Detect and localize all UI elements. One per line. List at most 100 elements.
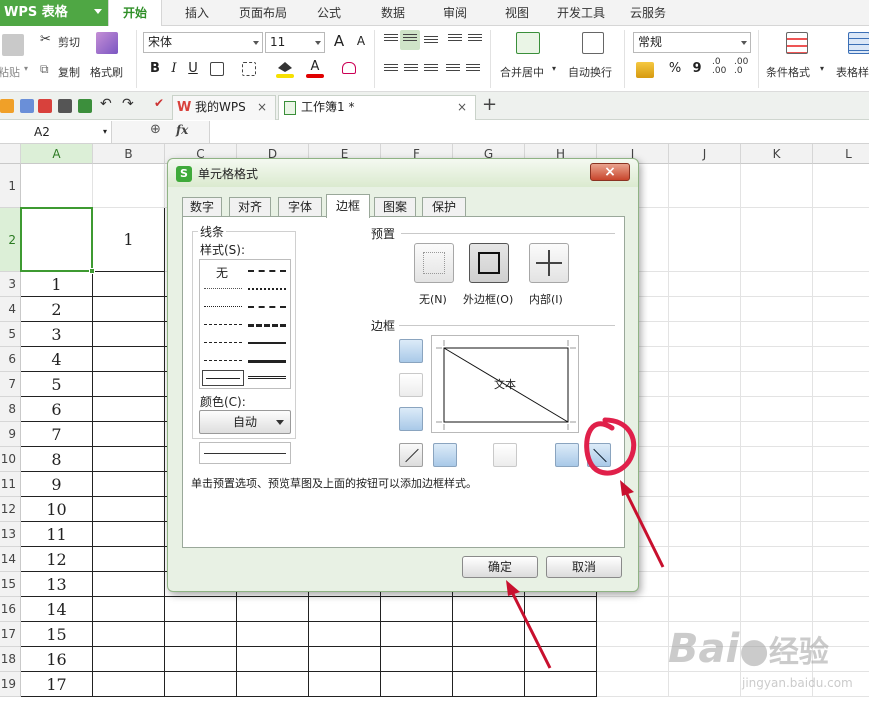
indent-decrease-icon[interactable] — [448, 34, 462, 46]
number-format-select[interactable]: 常规 — [633, 32, 751, 53]
cell[interactable] — [669, 164, 741, 208]
cell[interactable] — [813, 322, 869, 347]
cell[interactable]: 1 — [21, 272, 93, 297]
select-all-corner[interactable] — [0, 144, 21, 164]
tab-page-layout[interactable]: 页面布局 — [232, 0, 294, 26]
row-header[interactable]: 13 — [0, 522, 21, 547]
cell[interactable] — [93, 397, 165, 422]
tab-formula[interactable]: 公式 — [306, 0, 352, 26]
cell[interactable]: 4 — [21, 347, 93, 372]
underline-button[interactable]: U — [184, 60, 202, 78]
export-pdf-icon[interactable] — [38, 99, 52, 113]
increase-font-button[interactable]: A — [330, 32, 348, 50]
cell[interactable] — [669, 208, 741, 272]
cell[interactable] — [597, 672, 669, 697]
cell[interactable] — [381, 622, 453, 647]
tab-developer[interactable]: 开发工具 — [550, 0, 612, 26]
fill-color-icon[interactable] — [278, 62, 292, 72]
cell[interactable] — [813, 472, 869, 497]
cell[interactable] — [309, 597, 381, 622]
percent-button[interactable]: % — [666, 60, 684, 78]
cell[interactable] — [93, 322, 165, 347]
cell[interactable] — [381, 597, 453, 622]
tab-data[interactable]: 数据 — [370, 0, 416, 26]
line-style-selected[interactable] — [202, 370, 244, 386]
border-bottom-button[interactable] — [399, 407, 423, 431]
cell[interactable] — [453, 597, 525, 622]
row-header[interactable]: 15 — [0, 572, 21, 597]
cell[interactable]: 11 — [21, 522, 93, 547]
cell[interactable] — [741, 272, 813, 297]
tab-insert[interactable]: 插入 — [172, 0, 222, 26]
cell[interactable] — [93, 597, 165, 622]
doc-tab-mywps[interactable]: W 我的WPS × — [172, 95, 276, 120]
cell[interactable] — [93, 672, 165, 697]
new-tab-button[interactable]: + — [482, 94, 497, 115]
cell[interactable] — [93, 164, 165, 208]
selected-cell-a2[interactable] — [20, 207, 95, 274]
cell[interactable] — [741, 497, 813, 522]
line-style-option[interactable] — [204, 360, 242, 361]
cell[interactable] — [93, 572, 165, 597]
cell[interactable]: 17 — [21, 672, 93, 697]
font-size-select[interactable]: 11 — [265, 32, 325, 53]
save-icon[interactable] — [20, 99, 34, 113]
fill-handle[interactable] — [89, 268, 95, 274]
cell[interactable] — [669, 347, 741, 372]
cell[interactable] — [93, 622, 165, 647]
open-folder-icon[interactable] — [0, 99, 14, 113]
cell[interactable] — [669, 322, 741, 347]
border-top-button[interactable] — [399, 339, 423, 363]
close-icon[interactable]: × — [457, 96, 467, 119]
column-header-b[interactable]: B — [93, 144, 165, 164]
table-style-icon[interactable] — [848, 32, 869, 54]
cancel-button[interactable]: 取消 — [546, 556, 622, 578]
cell[interactable] — [453, 622, 525, 647]
row-header[interactable]: 8 — [0, 397, 21, 422]
line-style-list[interactable]: 无 — [199, 259, 291, 389]
doc-tab-workbook[interactable]: 工作簿1 * × — [278, 95, 476, 120]
cell[interactable]: 14 — [21, 597, 93, 622]
cell[interactable] — [93, 422, 165, 447]
cell[interactable] — [669, 547, 741, 572]
cell[interactable] — [813, 397, 869, 422]
cell[interactable] — [525, 672, 597, 697]
comma-style-button[interactable]: 9 — [688, 60, 706, 78]
line-color-select[interactable]: 自动 — [199, 410, 291, 434]
cell[interactable]: 13 — [21, 572, 93, 597]
cell[interactable] — [813, 522, 869, 547]
indent-increase-icon[interactable] — [468, 34, 482, 46]
decrease-decimal-icon[interactable]: .00.0 — [734, 58, 748, 76]
cell[interactable] — [813, 422, 869, 447]
cell[interactable] — [741, 522, 813, 547]
wrap-text-icon[interactable] — [582, 32, 604, 54]
cell[interactable] — [669, 572, 741, 597]
ok-button[interactable]: 确定 — [462, 556, 538, 578]
cell[interactable]: 8 — [21, 447, 93, 472]
decrease-font-button[interactable]: A — [352, 32, 370, 50]
cell[interactable] — [813, 164, 869, 208]
table-style-button[interactable]: 表格样 — [836, 64, 869, 80]
cell[interactable] — [597, 597, 669, 622]
border-preview[interactable]: 文本 — [431, 335, 579, 433]
align-bottom-icon[interactable] — [424, 36, 438, 48]
line-style-option[interactable] — [248, 342, 286, 344]
justify-icon[interactable] — [446, 64, 460, 76]
cell[interactable] — [381, 672, 453, 697]
cell[interactable] — [93, 297, 165, 322]
cell[interactable] — [21, 164, 93, 208]
scissors-icon[interactable]: ✂ — [40, 32, 51, 47]
row-header[interactable]: 18 — [0, 647, 21, 672]
line-style-option[interactable] — [248, 324, 286, 327]
conditional-format-button[interactable]: 条件格式 — [766, 64, 810, 80]
paste-label[interactable]: 粘贴 — [0, 64, 20, 80]
app-menu-button[interactable]: WPS 表格 — [0, 0, 108, 26]
align-middle-icon[interactable] — [403, 34, 417, 46]
formula-input[interactable] — [210, 121, 869, 143]
cell[interactable] — [741, 547, 813, 572]
dialog-tab-alignment[interactable]: 对齐 — [229, 197, 271, 217]
line-style-option[interactable] — [248, 288, 286, 290]
tab-cloud[interactable]: 云服务 — [620, 0, 676, 26]
border-diagonal-up-button[interactable] — [399, 443, 423, 467]
cell[interactable] — [813, 372, 869, 397]
